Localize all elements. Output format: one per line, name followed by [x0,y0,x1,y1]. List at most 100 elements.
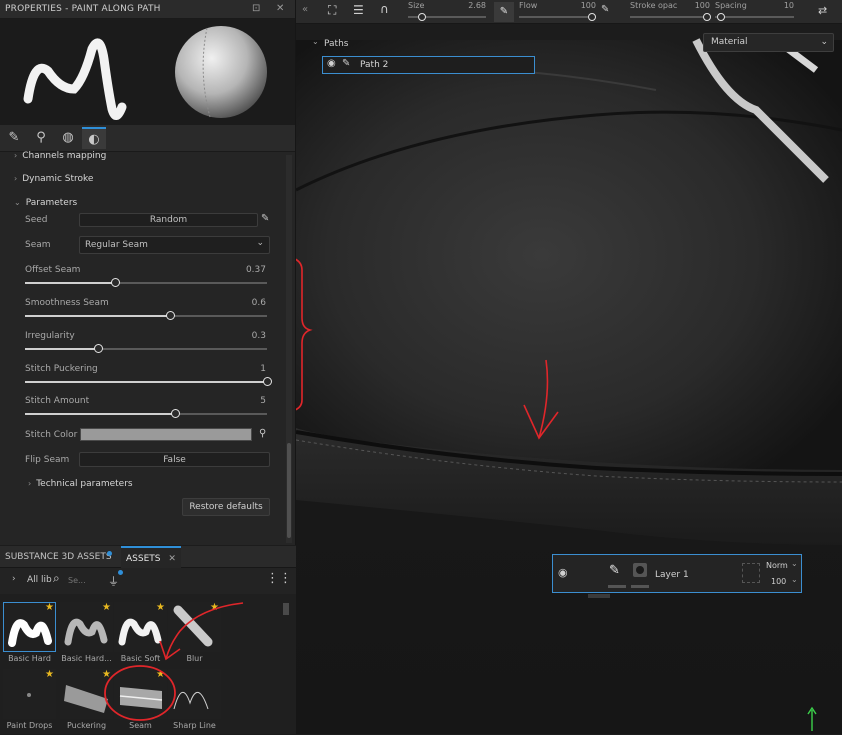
tab-assets[interactable]: ASSETS ✕ [121,546,181,568]
filter-icon[interactable]: ⏚ [108,573,119,589]
search-icon[interactable]: ⌕ [53,571,60,586]
tab-assets-label: ASSETS [126,554,161,564]
grid-view-icon[interactable]: ⋮⋮ [266,571,292,586]
path-name[interactable]: Path 2 [360,60,388,70]
flow-slider[interactable] [519,13,596,21]
undock-icon[interactable]: ⊡ [252,3,261,14]
brush-tab-icon[interactable]: ✎ [2,127,26,149]
material-tab-icon[interactable]: ◍ [56,127,80,149]
eyedropper-icon[interactable]: ⚲ [259,428,266,439]
smoothness-seam-value: 0.6 [251,298,266,308]
size-value: 2.68 [468,1,486,10]
slider-knob[interactable] [166,311,176,320]
close-icon[interactable]: ✕ [168,554,176,564]
stroke-opacity-slider[interactable] [630,13,711,21]
flow-pressure-icon[interactable]: ✎ [494,2,514,22]
smoothness-seam-slider[interactable] [25,311,267,320]
slider-knob[interactable] [717,13,725,21]
favorite-star-icon[interactable]: ★ [45,602,54,613]
favorite-star-icon[interactable]: ★ [156,602,165,613]
offset-seam-slider[interactable] [25,278,267,287]
mask-thumb-bar [631,585,649,588]
stitch-puckering-value: 1 [260,364,266,374]
asset-thumbnail[interactable]: ★ Basic Soft [114,602,167,663]
irregularity-label: Irregularity [25,331,75,341]
slider-knob[interactable] [588,13,596,21]
chevron-down-icon[interactable]: ⌄ [791,575,798,584]
stitch-amount-slider[interactable] [25,409,267,418]
asset-thumbnail[interactable]: ★ Basic Hard [3,602,56,663]
3d-viewport[interactable] [296,0,842,734]
assets-scrollbar[interactable] [283,603,289,615]
blend-mode[interactable]: Norm [766,561,788,570]
spacing-slider[interactable] [715,13,794,21]
magnet-icon[interactable]: ∩ [380,2,389,16]
layer-row[interactable]: ◉ ✎ Layer 1 Norm ⌄ 100 ⌄ [552,554,802,593]
section-dynamic-stroke[interactable]: › Dynamic Stroke [14,174,93,184]
irregularity-slider[interactable] [25,344,267,353]
asset-thumbnail[interactable]: ★ Blur [168,602,221,663]
favorite-star-icon[interactable]: ★ [45,669,54,680]
edit-pencil-icon[interactable]: ✎ [261,213,269,224]
layer-name[interactable]: Layer 1 [655,570,689,580]
stroke-tab-icon[interactable]: ◐ [82,127,106,149]
chevron-down-icon[interactable]: ⌄ [791,559,798,568]
slider-knob[interactable] [171,409,181,418]
section-channels-mapping[interactable]: › Channels mapping [14,151,106,161]
layer-resize-handle[interactable] [588,594,610,598]
slider-knob[interactable] [93,344,103,353]
location-chevron-icon[interactable]: › [12,574,16,584]
properties-scrollbar[interactable] [286,155,292,543]
spacing-value: 10 [783,1,794,10]
asset-thumbnail[interactable]: ★ Seam [114,669,167,730]
paths-header[interactable]: ⌄ Paths [307,36,547,52]
asset-thumbnail[interactable]: ★ Basic Hard... [60,602,113,663]
section-technical-parameters[interactable]: › Technical parameters [28,479,133,489]
favorite-star-icon[interactable]: ★ [102,669,111,680]
asset-label: Basic Hard... [61,654,112,663]
stroke-opacity-value: 100 [694,1,710,10]
size-slider[interactable] [408,13,486,21]
section-parameters[interactable]: ⌄ Parameters [14,198,77,208]
material-sphere-preview [175,26,267,118]
chevron-right-icon: › [14,151,18,160]
slider-knob[interactable] [703,13,711,21]
asset-label: Puckering [66,721,107,730]
slider-knob[interactable] [110,278,120,287]
symmetry-icon[interactable]: ⛶ [328,3,336,18]
stitch-puckering-slider[interactable] [25,377,272,386]
axis-gizmo [805,706,819,735]
slider-knob[interactable] [418,13,426,21]
viewport-mode-dropdown[interactable]: Material ⌄ [703,33,834,52]
favorite-star-icon[interactable]: ★ [102,602,111,613]
visibility-eye-icon[interactable]: ◉ [327,58,336,69]
slider-knob[interactable] [263,377,272,386]
restore-defaults-button[interactable]: Restore defaults [182,498,270,516]
close-panel-icon[interactable]: ✕ [276,3,285,14]
scrollbar-thumb[interactable] [287,443,291,538]
paths-title: Paths [324,39,349,49]
favorite-star-icon[interactable]: ★ [210,602,219,613]
asset-thumbnail[interactable]: Sharp Line [168,669,221,730]
tab-substance-assets[interactable]: SUBSTANCE 3D ASSETS [0,546,117,568]
tool-tabs: ✎ ⚲ ◍ ◐ [0,125,295,152]
settings-sliders-icon[interactable]: ☰ [353,3,364,17]
path-row[interactable]: ◉ ✎ Path 2 [322,56,535,74]
visibility-eye-icon[interactable]: ◉ [558,566,568,579]
eyedropper-tab-icon[interactable]: ⚲ [29,127,53,149]
flow-pen-icon[interactable]: ✎ [601,4,609,15]
swap-icon[interactable]: ⇄ [818,4,827,17]
stitch-color-swatch[interactable] [80,428,252,441]
seed-random-button[interactable]: Random [79,213,258,227]
asset-thumbnail[interactable]: ★ Paint Drops [3,669,56,730]
mask-icon[interactable] [633,563,647,577]
flip-seam-toggle[interactable]: False [79,452,270,467]
asset-thumbnail[interactable]: ★ Puckering [60,669,113,730]
favorite-star-icon[interactable]: ★ [156,669,165,680]
layer-opacity[interactable]: 100 [771,577,786,586]
assets-panel: SUBSTANCE 3D ASSETS ASSETS ✕ › All lib ⌕… [0,546,296,734]
search-input[interactable] [68,573,102,588]
library-location[interactable]: All lib [27,575,52,585]
seam-dropdown[interactable]: Regular Seam ⌄ [79,236,270,254]
collapse-panel-icon[interactable]: « [302,4,308,15]
